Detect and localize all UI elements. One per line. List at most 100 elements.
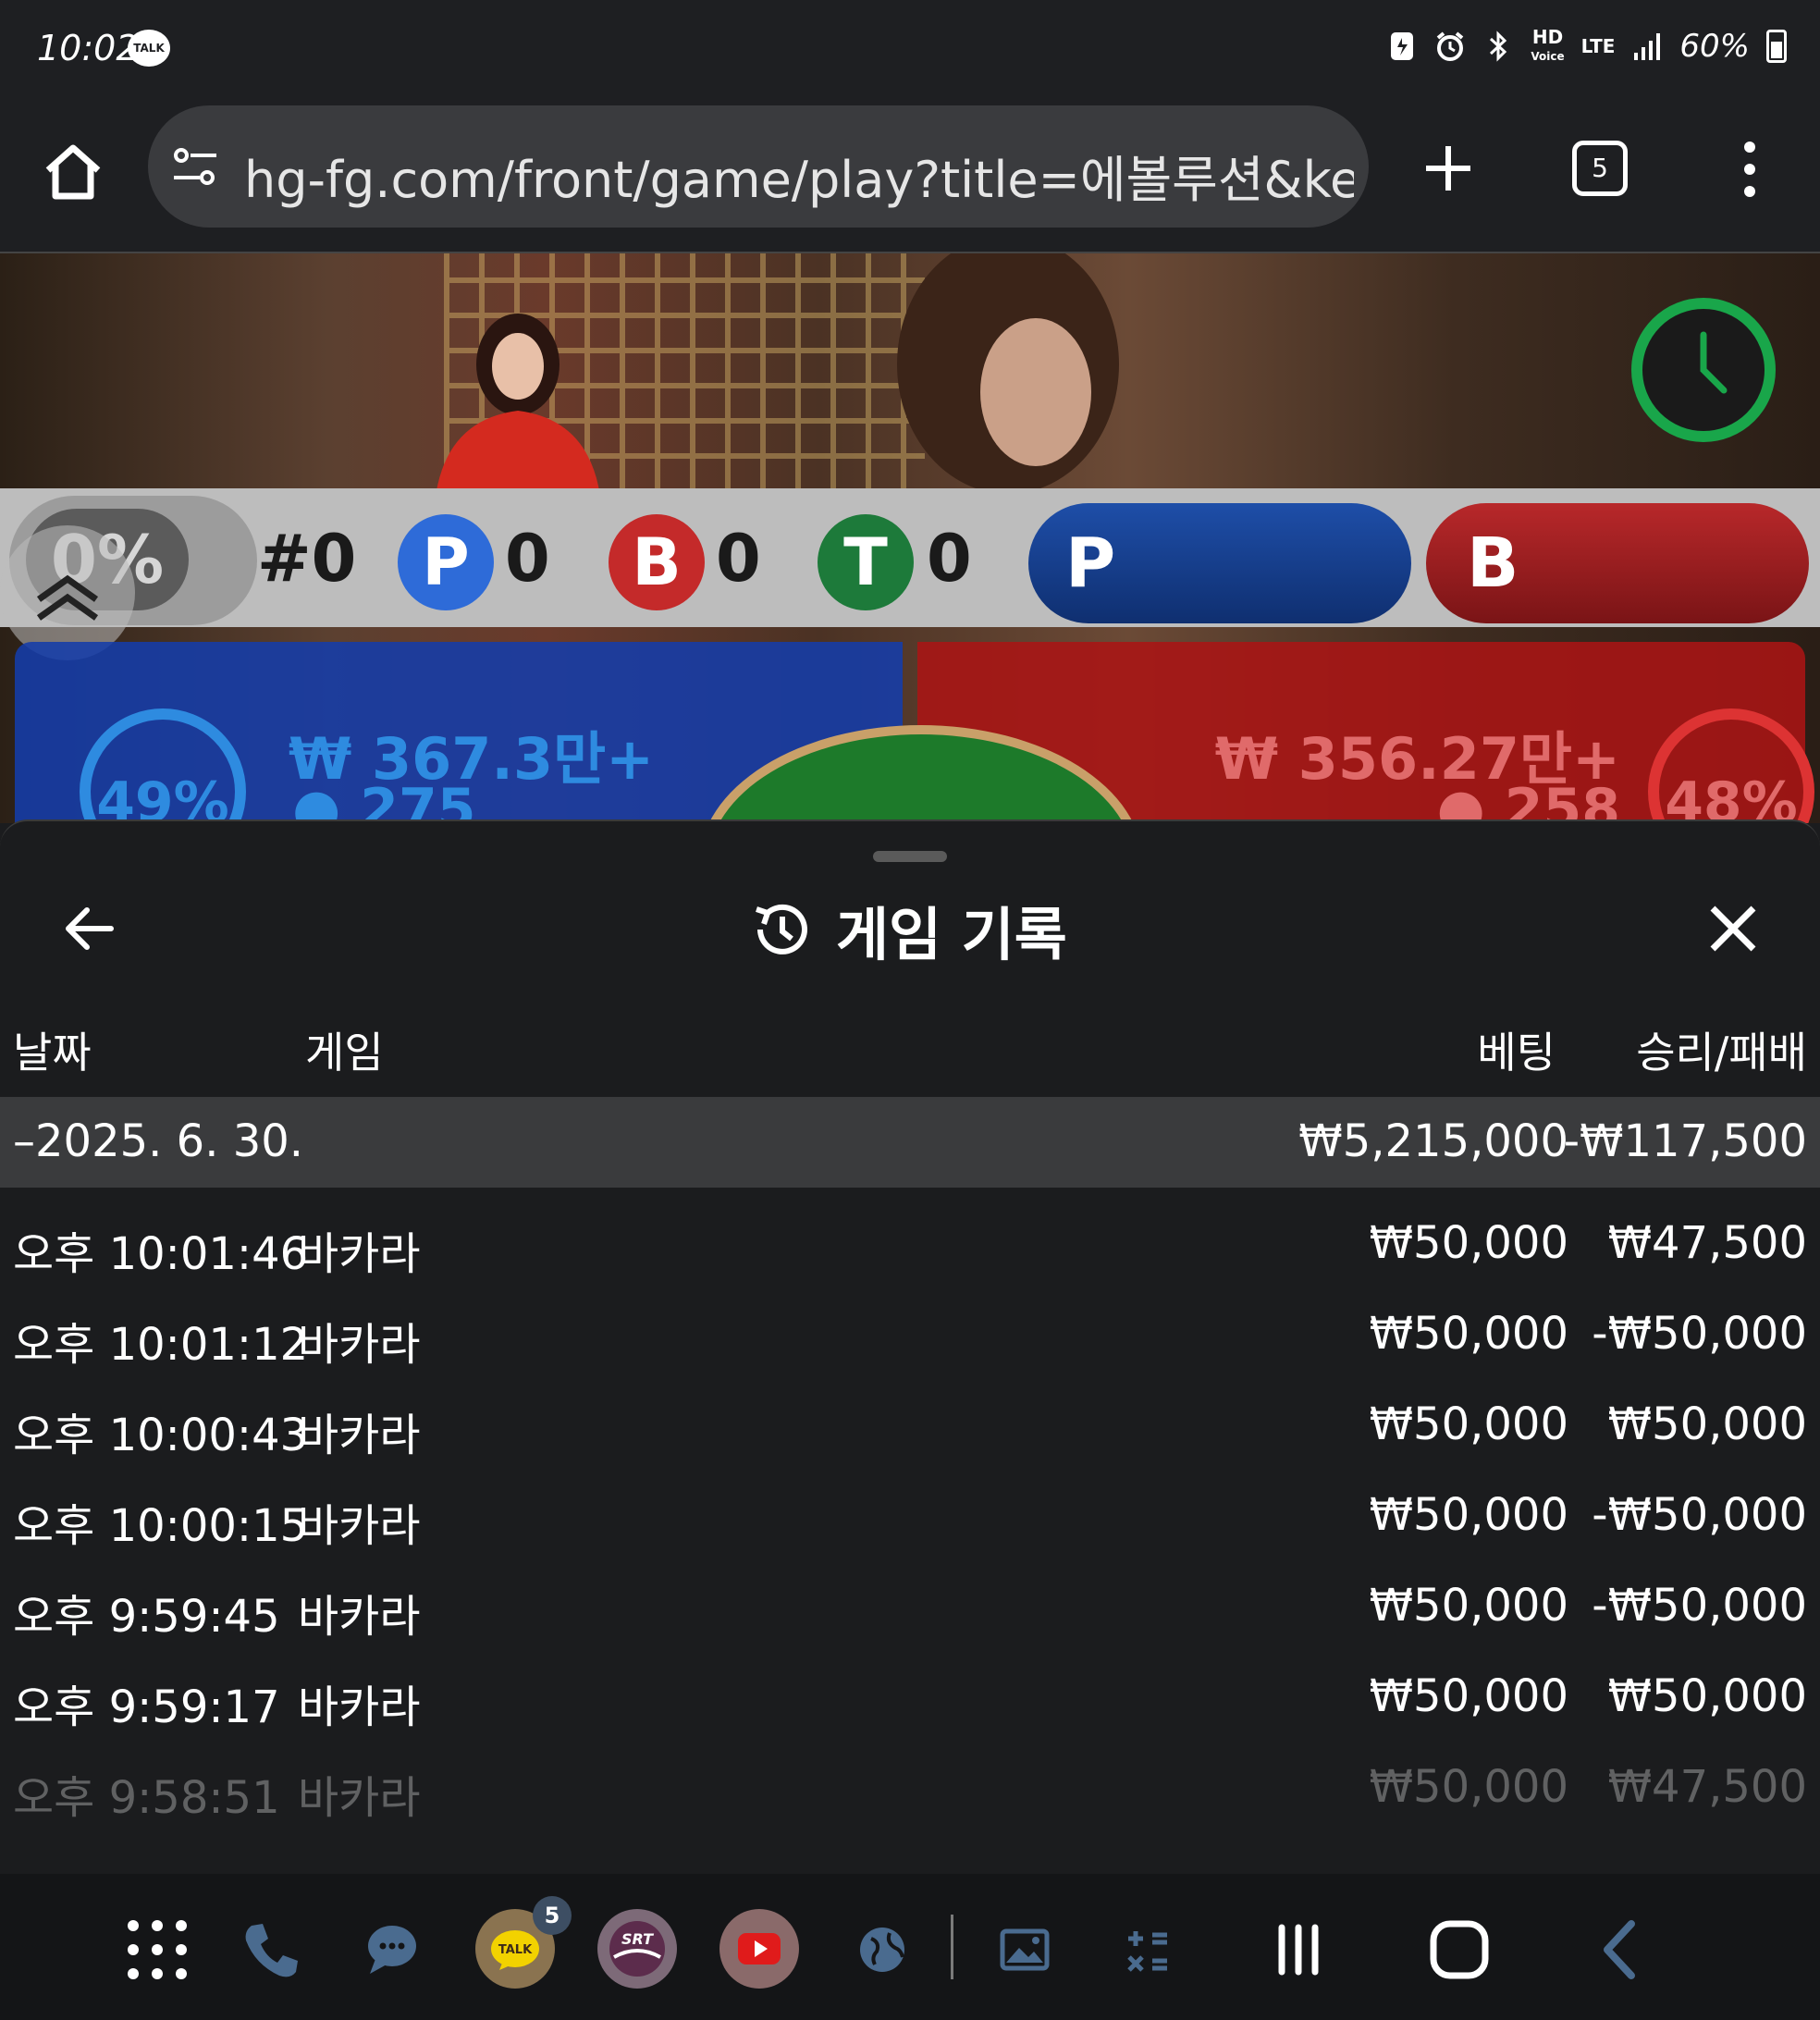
drag-handle[interactable] xyxy=(873,851,947,862)
taskbar: TALK 5 SRT xyxy=(0,1874,1820,2020)
youtube-icon[interactable] xyxy=(719,1909,799,1989)
hd-label: HD xyxy=(1531,25,1564,48)
history-rows: 오후 10:01:46 바카라 ₩50,000 ₩47,500 오후 10:01… xyxy=(0,1195,1820,1829)
date-group-row[interactable]: –2025. 6. 30. ₩5,215,000 -₩117,500 xyxy=(0,1097,1820,1188)
table-row[interactable]: 오후 9:59:45 바카라 ₩50,000 -₩50,000 xyxy=(0,1558,1820,1648)
row-bet: ₩50,000 xyxy=(1369,1217,1568,1269)
home-nav-icon[interactable] xyxy=(1420,1911,1498,1989)
address-bar[interactable]: hg-fg.com/front/game/play?title=에볼루션&key… xyxy=(148,105,1369,228)
hd-voice-indicator: HD Voice xyxy=(1531,25,1565,65)
screen: 10:02 TALK HD Voice LTE 60% hg-fg.com/fr… xyxy=(0,0,1820,2020)
table-row[interactable]: 오후 10:00:43 바카라 ₩50,000 ₩50,000 xyxy=(0,1376,1820,1467)
round-number: #0 xyxy=(257,521,357,597)
row-game: 바카라 xyxy=(298,1772,421,1824)
recents-icon[interactable] xyxy=(1260,1911,1337,1989)
banker-bettors: ● 258 xyxy=(1436,777,1621,823)
row-result: ₩47,500 xyxy=(1607,1217,1807,1269)
voice-label: Voice xyxy=(1531,49,1565,63)
column-bet: 베팅 xyxy=(1477,1028,1556,1078)
player-count: 0 xyxy=(505,521,550,597)
signal-icon xyxy=(1631,31,1663,62)
row-result: -₩50,000 xyxy=(1592,1308,1807,1360)
player-road-button[interactable]: P xyxy=(1028,503,1411,623)
live-game-video[interactable]: 0% #0 P 0 B 0 T 0 P B 49% ₩ 367.3만+ ● 27… xyxy=(0,253,1820,823)
browser-toolbar: hg-fg.com/front/game/play?title=에볼루션&key… xyxy=(0,100,1820,253)
group-date: –2025. 6. 30. xyxy=(13,1115,304,1167)
taskbar-divider xyxy=(951,1915,953,1979)
dealer-figure-back xyxy=(435,314,601,503)
kakaotalk-badge: 5 xyxy=(533,1896,572,1935)
dealer-figure-front xyxy=(897,253,1119,494)
sheet-header: 게임 기록 xyxy=(749,888,1067,971)
player-badge: P xyxy=(398,514,494,610)
banker-road-button[interactable]: B xyxy=(1426,503,1809,623)
table-row[interactable]: 오후 9:58:51 바카라 ₩50,000 ₩47,500 xyxy=(0,1739,1820,1829)
sheet-title: 게임 기록 xyxy=(836,901,1067,968)
row-result: -₩50,000 xyxy=(1592,1489,1807,1541)
score-bar: 0% #0 P 0 B 0 T 0 P B xyxy=(0,488,1820,660)
table-row[interactable]: 오후 9:59:17 바카라 ₩50,000 ₩50,000 xyxy=(0,1648,1820,1739)
tie-count: 0 xyxy=(927,521,972,597)
column-date: 날짜 xyxy=(13,1028,92,1078)
status-bar: 10:02 TALK HD Voice LTE 60% xyxy=(0,0,1820,100)
player-percent: 49% xyxy=(80,708,246,823)
table-header: 날짜 게임 베팅 승리/패배 xyxy=(0,1006,1820,1080)
back-arrow-icon[interactable] xyxy=(59,899,118,958)
group-bet-total: ₩5,215,000 xyxy=(1298,1115,1568,1167)
row-result: ₩50,000 xyxy=(1607,1398,1807,1450)
kakaotalk-notification-icon: TALK xyxy=(128,30,170,67)
row-game: 바카라 xyxy=(298,1500,421,1552)
collapse-chevron-icon[interactable] xyxy=(0,525,135,660)
row-time: 오후 9:58:51 xyxy=(13,1772,280,1824)
clock: 10:02 xyxy=(37,28,139,68)
more-vert-icon[interactable] xyxy=(1731,139,1768,200)
lte-indicator: LTE xyxy=(1580,35,1616,57)
site-settings-icon[interactable] xyxy=(170,142,220,192)
kakaotalk-label: TALK xyxy=(498,1943,533,1957)
round-timer-icon xyxy=(1631,298,1776,442)
game-history-sheet: 게임 기록 날짜 게임 베팅 승리/패배 –2025. 6. 30. ₩5,21… xyxy=(0,819,1820,1874)
row-time: 오후 10:01:12 xyxy=(13,1319,309,1371)
phone-icon[interactable] xyxy=(231,1911,309,1989)
row-bet: ₩50,000 xyxy=(1369,1398,1568,1450)
tabs-icon[interactable]: 5 xyxy=(1572,141,1628,196)
bluetooth-icon xyxy=(1482,31,1514,62)
row-bet: ₩50,000 xyxy=(1369,1670,1568,1722)
banker-count: 0 xyxy=(716,521,761,597)
tie-badge: T xyxy=(818,514,914,610)
messages-icon[interactable] xyxy=(353,1911,431,1989)
gallery-icon[interactable] xyxy=(986,1911,1064,1989)
row-bet: ₩50,000 xyxy=(1369,1489,1568,1541)
column-result: 승리/패배 xyxy=(1636,1028,1807,1078)
table-row[interactable]: 오후 10:01:46 바카라 ₩50,000 ₩47,500 xyxy=(0,1195,1820,1286)
calculator-icon[interactable] xyxy=(1108,1911,1186,1989)
row-game: 바카라 xyxy=(298,1410,421,1461)
url-text[interactable]: hg-fg.com/front/game/play?title=에볼루션&key… xyxy=(244,139,1354,212)
table-row[interactable]: 오후 10:00:15 바카라 ₩50,000 -₩50,000 xyxy=(0,1467,1820,1558)
row-time: 오후 10:01:46 xyxy=(13,1228,309,1280)
home-icon[interactable] xyxy=(41,139,105,203)
group-result-total: -₩117,500 xyxy=(1563,1115,1807,1167)
status-icons: HD Voice LTE 60% xyxy=(1386,28,1787,65)
row-time: 오후 10:00:15 xyxy=(13,1500,309,1552)
row-result: -₩50,000 xyxy=(1592,1580,1807,1632)
row-result: ₩50,000 xyxy=(1607,1670,1807,1722)
new-tab-icon[interactable] xyxy=(1420,141,1476,196)
back-nav-icon[interactable] xyxy=(1581,1911,1659,1989)
row-time: 오후 10:00:43 xyxy=(13,1410,309,1461)
browser-globe-icon[interactable] xyxy=(843,1911,921,1989)
row-bet: ₩50,000 xyxy=(1369,1580,1568,1632)
srt-app-icon[interactable]: SRT xyxy=(597,1909,677,1989)
battery-icon xyxy=(1766,30,1787,63)
row-game: 바카라 xyxy=(298,1591,421,1643)
alarm-icon xyxy=(1434,31,1466,62)
row-bet: ₩50,000 xyxy=(1369,1761,1568,1813)
apps-grid-icon[interactable] xyxy=(118,1911,196,1989)
row-time: 오후 9:59:17 xyxy=(13,1681,280,1733)
row-game: 바카라 xyxy=(298,1319,421,1371)
close-icon[interactable] xyxy=(1703,899,1763,958)
battery-saver-icon xyxy=(1386,31,1418,62)
banker-badge: B xyxy=(609,514,705,610)
table-row[interactable]: 오후 10:01:12 바카라 ₩50,000 -₩50,000 xyxy=(0,1286,1820,1376)
srt-label: SRT xyxy=(621,1930,654,1948)
